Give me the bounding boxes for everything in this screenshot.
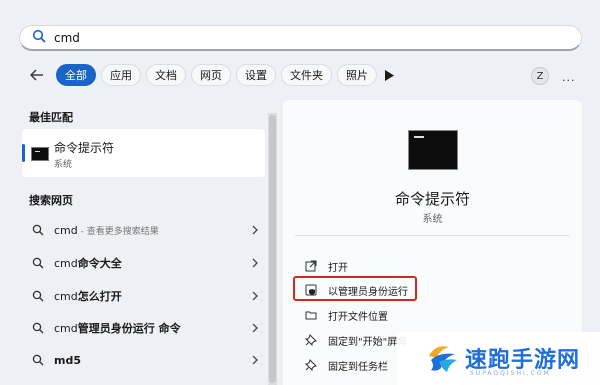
web-result-query: cmd [54,257,78,270]
filter-web[interactable]: 网页 [191,64,231,86]
web-search-header: 搜索网页 [29,194,73,207]
more-filters-play-icon[interactable] [384,70,394,81]
web-result-bold: md5 [54,353,81,367]
search-icon [32,322,44,334]
filter-settings[interactable]: 设置 [236,64,276,86]
action-pin-to-start[interactable]: 固定到"开始"屏幕 [295,328,407,352]
action-label: 打开文件位置 [328,311,388,323]
command-prompt-large-icon [408,130,458,170]
detail-subtitle: 系统 [422,214,443,225]
filter-folders[interactable]: 文件夹 [281,64,332,86]
filter-apps[interactable]: 应用 [101,64,141,86]
web-result-bold: 命令大全 [77,257,122,270]
web-result-row[interactable]: cmd - 查看更多搜索结果 [22,215,265,245]
action-open-file-location[interactable]: 打开文件位置 [295,303,388,327]
divider [295,235,570,236]
search-icon [32,224,44,236]
more-options-icon[interactable]: ··· [562,74,576,87]
open-external-icon [305,260,317,272]
filter-bar: 全部 应用 文档 网页 设置 文件夹 照片 [56,64,377,86]
web-result-query: cmd [54,322,78,335]
search-icon [32,29,46,46]
action-label: 固定到任务栏 [328,361,388,373]
account-avatar[interactable]: Z [531,67,549,85]
pin-icon [305,334,317,346]
watermark-logo-icon [429,346,457,372]
watermark: 速跑手游网 SUPAOQISHI.COM [397,332,600,385]
best-match-item[interactable]: 命令提示符 系统 [22,129,265,177]
web-result-bold: 怎么打开 [77,290,122,303]
scrollbar-thumb[interactable] [269,115,276,383]
search-box[interactable] [19,25,582,51]
best-match-subtitle: 系统 [54,160,73,170]
chevron-right-icon [252,355,258,365]
pin-icon [305,359,317,371]
search-icon [32,257,44,269]
search-icon [32,354,44,366]
web-result-row[interactable]: cmd命令大全 [22,248,265,278]
chevron-right-icon [252,258,258,268]
web-result-bold: 管理员身份运行 命令 [77,322,181,335]
search-input[interactable] [54,30,354,45]
filter-all[interactable]: 全部 [56,64,96,86]
web-result-hint: - 查看更多搜索结果 [77,226,159,237]
search-icon [32,290,44,302]
web-result-row[interactable]: cmd管理员身份运行 命令 [22,313,265,343]
results-scrollbar[interactable] [268,113,277,385]
filter-documents[interactable]: 文档 [146,64,186,86]
detail-title: 命令提示符 [394,190,470,208]
filter-photos[interactable]: 照片 [337,64,377,86]
annotation-highlight-box [293,276,417,301]
web-result-query: cmd [54,290,78,303]
web-result-query: cmd [54,223,78,237]
web-result-row[interactable]: cmd怎么打开 [22,281,265,311]
best-match-title: 命令提示符 [54,141,115,155]
chevron-right-icon [252,323,258,333]
watermark-url: SUPAOQISHI.COM [470,370,551,377]
best-match-header: 最佳匹配 [29,111,73,124]
chevron-right-icon [252,225,258,235]
action-open[interactable]: 打开 [295,254,348,278]
action-pin-to-taskbar[interactable]: 固定到任务栏 [295,353,388,377]
selection-accent [22,144,25,162]
web-result-row[interactable]: md5 [22,345,265,375]
command-prompt-icon [31,147,49,161]
back-arrow-icon[interactable] [28,66,46,84]
action-label: 打开 [328,262,348,274]
chevron-right-icon [252,291,258,301]
action-label: 固定到"开始"屏幕 [328,336,408,348]
folder-icon [305,311,317,320]
